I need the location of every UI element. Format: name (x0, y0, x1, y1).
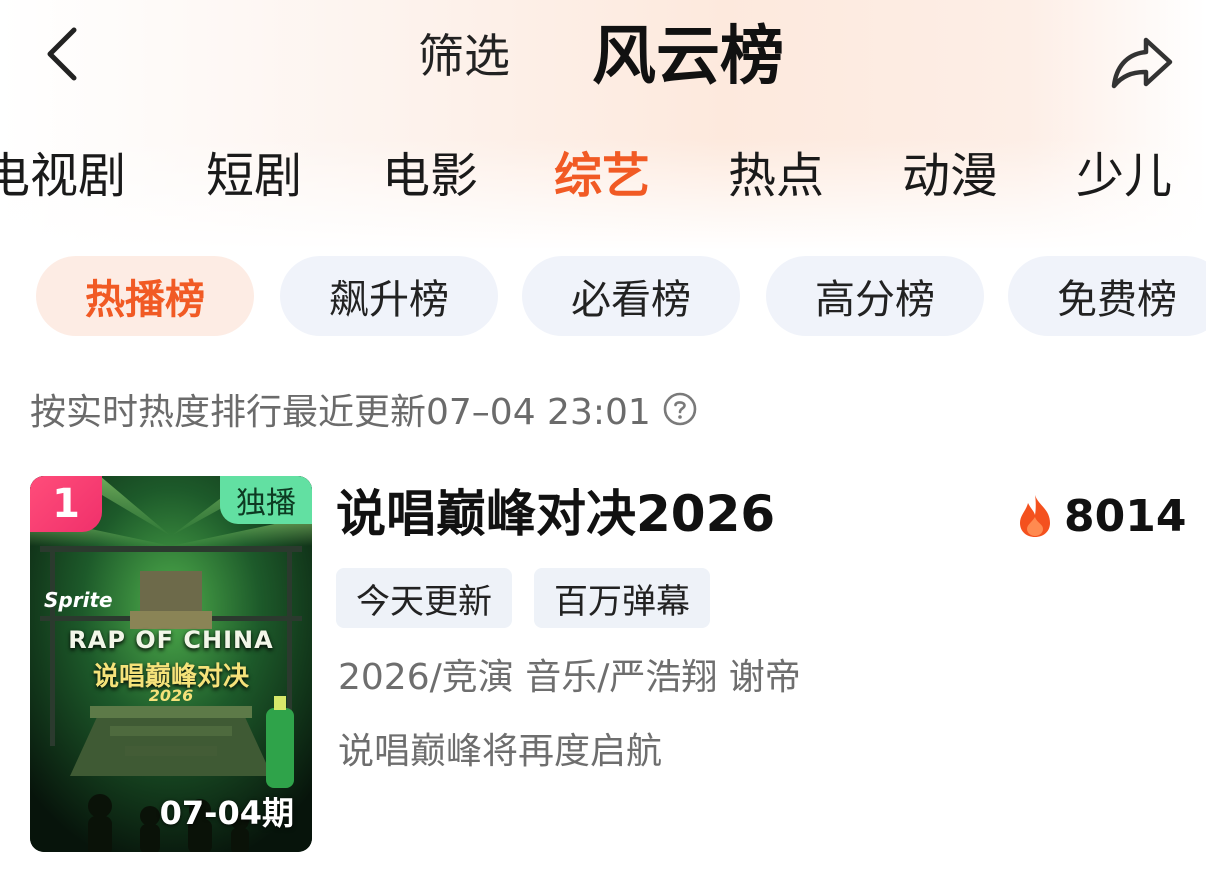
tab-movie[interactable]: 电影 (382, 140, 478, 212)
page: 筛选 风云榜 电视剧 短剧 电影 综艺 热点 动漫 少儿 热播榜 飙升榜 必看榜… (0, 0, 1206, 882)
show-meta: 2026/竞演 音乐/严浩翔 谢帝 (338, 657, 801, 698)
tag-million-danmaku: 百万弹幕 (534, 568, 710, 628)
pill-high-score[interactable]: 高分榜 (766, 256, 984, 336)
page-title: 风云榜 (592, 20, 784, 94)
pill-must-watch[interactable]: 必看榜 (522, 256, 740, 336)
tab-kids[interactable]: 少儿 (1076, 140, 1172, 212)
question-circle-icon[interactable] (663, 392, 697, 426)
heat-score: 8014 (1016, 488, 1186, 544)
category-tabs: 电视剧 短剧 电影 综艺 热点 动漫 少儿 (0, 140, 1206, 216)
top-bar: 筛选 风云榜 (0, 0, 1206, 118)
rank-badge: 1 (30, 476, 102, 532)
tab-tv-series[interactable]: 电视剧 (0, 140, 126, 212)
tag-updated-today: 今天更新 (336, 568, 512, 628)
tab-anime[interactable]: 动漫 (902, 140, 998, 212)
tab-short-drama[interactable]: 短剧 (206, 140, 302, 212)
update-info-text: 按实时热度排行最近更新07–04 23:01 (30, 392, 651, 433)
pill-hot-play[interactable]: 热播榜 (36, 256, 254, 336)
exclusive-badge: 独播 (220, 476, 312, 524)
poster-brand: Sprite (44, 588, 113, 612)
show-title[interactable]: 说唱巅峰对决2026 (336, 482, 775, 546)
tab-hot[interactable]: 热点 (728, 140, 824, 212)
heat-value: 8014 (1064, 490, 1187, 542)
filter-button[interactable]: 筛选 (418, 26, 510, 86)
poster-image[interactable]: Sprite RAP OF CHINA 说唱巅峰对决 2026 1 独播 07-… (30, 476, 312, 852)
show-description: 说唱巅峰将再度启航 (338, 731, 663, 772)
share-arrow-icon (1111, 37, 1173, 89)
pill-free[interactable]: 免费榜 (1008, 256, 1206, 336)
poster-year: 2026 (148, 686, 194, 705)
back-button[interactable] (30, 22, 94, 86)
share-button[interactable] (1108, 30, 1176, 94)
list-item[interactable]: Sprite RAP OF CHINA 说唱巅峰对决 2026 1 独播 07-… (0, 470, 1206, 860)
pill-rising[interactable]: 飙升榜 (280, 256, 498, 336)
episode-label: 07-04期 (159, 794, 294, 832)
flame-icon (1020, 495, 1050, 537)
poster-title: RAP OF CHINA (68, 626, 274, 654)
update-info: 按实时热度排行最近更新07–04 23:01 (30, 384, 697, 434)
tab-variety[interactable]: 综艺 (554, 140, 650, 212)
chevron-left-icon (47, 27, 77, 81)
